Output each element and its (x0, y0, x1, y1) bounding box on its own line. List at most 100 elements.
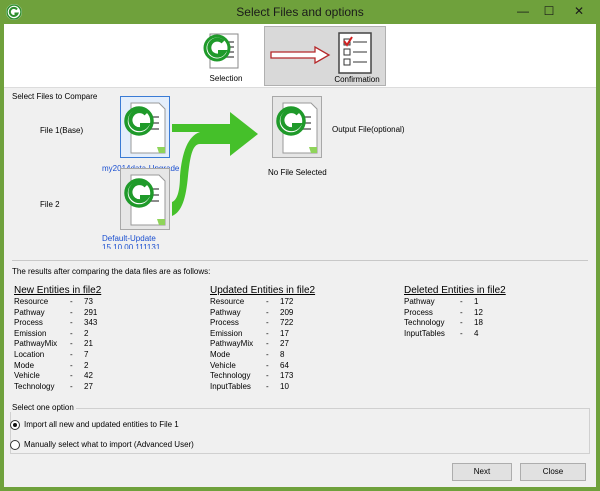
output-status-text: No File Selected (268, 168, 327, 177)
entity-name: Process (404, 307, 433, 317)
entity-name: Process (210, 318, 239, 328)
entity-name: Technology (14, 381, 55, 391)
deleted-entities-column: Deleted Entities in file2 Pathway - 1 Proce… (404, 285, 584, 339)
new-entities-heading: New Entities in file2 (14, 285, 102, 296)
entity-name: Emission (14, 328, 47, 338)
entity-dash: - (460, 318, 463, 328)
file2-sub-link[interactable]: 15 10 00 111131 (102, 243, 192, 249)
entity-count: 173 (280, 371, 294, 381)
entity-dash: - (70, 339, 73, 349)
entity-row: Vehicle - 64 (210, 361, 390, 372)
entity-count: 64 (280, 360, 289, 370)
entity-row: InputTables - 4 (404, 329, 584, 340)
entity-row: Technology - 27 (14, 382, 194, 393)
step-selection-label: Selection (209, 74, 243, 83)
file1-label: File 1(Base) (40, 126, 84, 135)
entity-count: 4 (474, 328, 479, 338)
entity-row: Process - 722 (210, 318, 390, 329)
entity-count: 12 (474, 307, 483, 317)
entity-name: InputTables (404, 328, 445, 338)
merge-arrow-icon (172, 112, 258, 216)
entity-dash: - (266, 318, 269, 328)
entity-name: Technology (210, 371, 251, 381)
entity-dash: - (70, 349, 73, 359)
entity-dash: - (70, 328, 73, 338)
deleted-entities-heading: Deleted Entities in file2 (404, 285, 506, 296)
minimize-button[interactable]: — (510, 2, 536, 20)
entity-dash: - (70, 381, 73, 391)
new-entities-column: New Entities in file2 Resource - 73 Pathway… (14, 285, 194, 392)
manual-select-label[interactable]: Manually select what to import (Advanced… (24, 440, 194, 450)
entity-count: 1 (474, 297, 479, 306)
manual-select-radio[interactable] (10, 440, 20, 450)
maximize-button[interactable]: ☐ (536, 2, 562, 20)
entity-count: 343 (84, 318, 98, 328)
entity-count: 7 (84, 349, 89, 359)
entity-row: Pathway - 209 (210, 308, 390, 319)
entity-name: PathwayMix (210, 339, 254, 349)
entity-name: Pathway (404, 297, 435, 306)
arrow-right-icon (270, 45, 331, 65)
output-document-icon (276, 102, 318, 154)
file2-document-icon (124, 174, 166, 226)
import-all-option[interactable]: Import all new and updated entities to F… (10, 420, 310, 432)
entity-name: PathwayMix (14, 339, 58, 349)
entity-name: Process (14, 318, 43, 328)
entity-row: Emission - 17 (210, 329, 390, 340)
entity-count: 8 (280, 349, 285, 359)
entity-row: Mode - 8 (210, 350, 390, 361)
entity-row: Mode - 2 (14, 361, 194, 372)
dialog-window: Select Files and options — ☐ ✕ Selection (0, 0, 600, 491)
entity-count: 209 (280, 307, 294, 317)
close-button[interactable]: Close (520, 463, 586, 481)
checklist-icon (338, 32, 372, 74)
output-file-label: Output File(optional) (332, 125, 405, 134)
entity-row: Process - 343 (14, 318, 194, 329)
entity-count: 2 (84, 360, 89, 370)
entity-count: 10 (280, 381, 289, 391)
entity-name: Pathway (14, 307, 45, 317)
import-all-label[interactable]: Import all new and updated entities to F… (24, 420, 179, 430)
entity-name: Mode (14, 360, 35, 370)
entity-dash: - (460, 328, 463, 338)
entity-row: Emission - 2 (14, 329, 194, 340)
divider (12, 260, 588, 261)
entity-dash: - (266, 339, 269, 349)
entity-name: InputTables (210, 381, 251, 391)
entity-row: Process - 12 (404, 308, 584, 319)
entity-count: 2 (84, 328, 89, 338)
manual-select-option[interactable]: Manually select what to import (Advanced… (10, 440, 310, 452)
entity-row: Pathway - 291 (14, 308, 194, 319)
step-confirmation[interactable]: Confirmation (264, 26, 386, 86)
close-window-button[interactable]: ✕ (562, 2, 596, 20)
entity-dash: - (266, 297, 269, 306)
entity-count: 172 (280, 297, 294, 306)
file2-tile[interactable] (120, 168, 170, 230)
import-all-radio[interactable] (10, 420, 20, 430)
entity-row: PathwayMix - 21 (14, 339, 194, 350)
entity-name: Vehicle (210, 360, 236, 370)
file1-tile[interactable] (120, 96, 170, 158)
entity-name: Location (14, 349, 45, 359)
dialog-body: Selection Confirmation Select Files to C… (4, 24, 596, 487)
entity-dash: - (266, 381, 269, 391)
title-bar[interactable]: Select Files and options — ☐ ✕ (0, 0, 600, 24)
updated-entities-heading: Updated Entities in file2 (210, 285, 316, 296)
entity-row: Resource - 73 (14, 297, 194, 308)
entity-dash: - (70, 360, 73, 370)
entity-count: 17 (280, 328, 289, 338)
entity-row: Pathway - 1 (404, 297, 584, 308)
entity-row: InputTables - 10 (210, 382, 390, 393)
entity-name: Emission (210, 328, 243, 338)
entity-dash: - (70, 307, 73, 317)
output-file-tile[interactable] (272, 96, 322, 158)
file2-name-link[interactable]: Default-Update (102, 234, 192, 243)
file1-document-icon (124, 102, 166, 154)
entity-name: Mode (210, 349, 231, 359)
entity-count: 291 (84, 307, 98, 317)
results-intro: The results after comparing the data fil… (12, 267, 211, 276)
entity-count: 42 (84, 371, 93, 381)
entity-dash: - (70, 318, 73, 328)
next-button[interactable]: Next (452, 463, 512, 481)
entity-dash: - (460, 297, 463, 306)
